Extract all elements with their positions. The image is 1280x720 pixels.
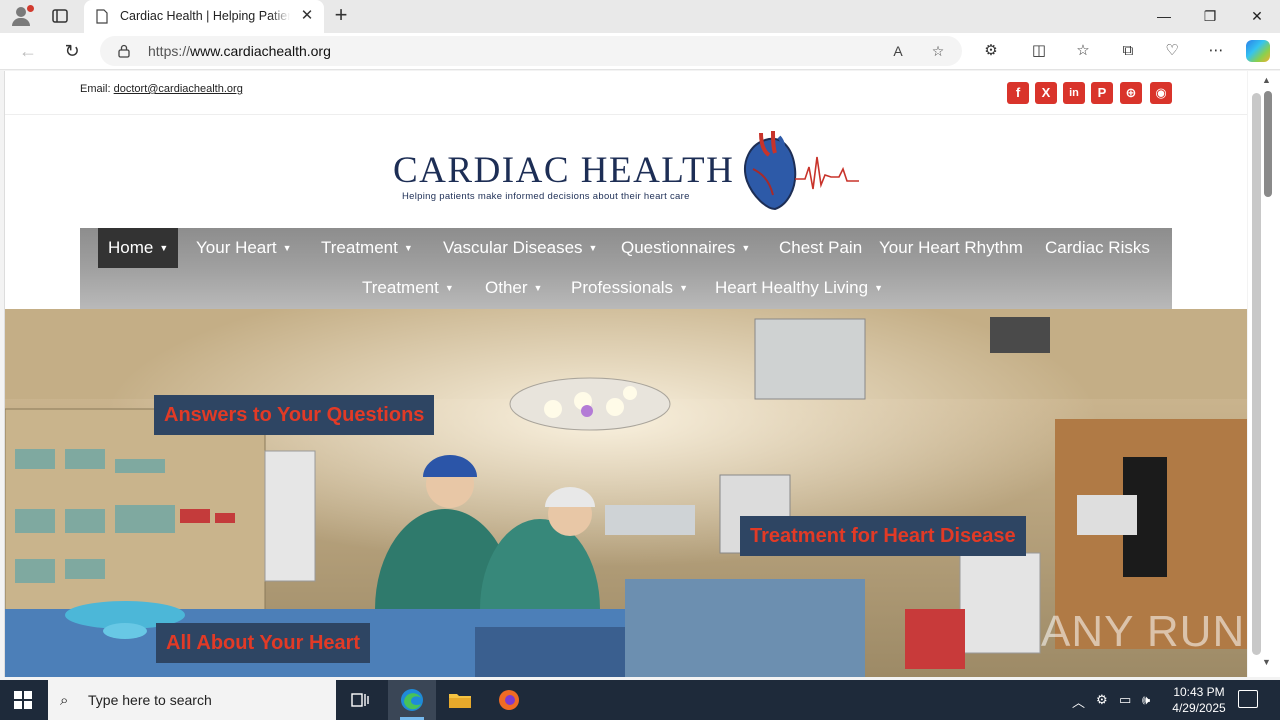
caret-down-icon: ▼ bbox=[282, 243, 292, 253]
window-close-icon[interactable]: ✕ bbox=[1234, 0, 1280, 33]
pinterest-icon[interactable]: P bbox=[1091, 82, 1113, 104]
nav-heart-healthy-living[interactable]: Heart Healthy Living ▼ bbox=[705, 268, 893, 308]
taskbar-edge-button[interactable] bbox=[388, 680, 436, 720]
extensions-icon[interactable]: ⚙ bbox=[980, 41, 1002, 61]
edge-icon bbox=[401, 689, 423, 711]
nav-your-heart[interactable]: Your Heart ▼ bbox=[186, 228, 302, 268]
tab-title: Cardiac Health | Helping Patients Make I… bbox=[120, 9, 290, 23]
clock-time: 10:43 PM bbox=[1173, 685, 1225, 699]
nav-treatment[interactable]: Treatment ▼ bbox=[311, 228, 423, 268]
read-aloud-icon[interactable]: A bbox=[888, 42, 908, 60]
page-viewport: Email: doctort@cardiachealth.org f X in … bbox=[4, 71, 1247, 677]
site-tagline: Helping patients make informed decisions… bbox=[402, 191, 690, 202]
caret-down-icon: ▼ bbox=[159, 243, 169, 253]
favorites-icon[interactable]: ☆ bbox=[1072, 41, 1094, 61]
clock-date: 4/29/2025 bbox=[1172, 701, 1226, 715]
hero-link-all-about-heart[interactable]: All About Your Heart bbox=[156, 623, 371, 663]
facebook-icon[interactable]: f bbox=[1007, 82, 1029, 104]
file-explorer-icon[interactable] bbox=[447, 688, 473, 712]
refresh-icon[interactable]: ↻ bbox=[60, 40, 84, 62]
site-header: CARDIAC HEALTH Helping patients make inf… bbox=[5, 115, 1247, 228]
taskbar-clock[interactable]: 10:43 PM 4/29/2025 bbox=[1160, 684, 1238, 716]
taskbar-search-box[interactable]: ⌕ Type here to search bbox=[48, 680, 336, 720]
network-icon[interactable]: ▭ bbox=[1119, 692, 1131, 708]
watermark-text: ANY RUN bbox=[1041, 607, 1246, 656]
collections-icon[interactable]: ⧉ bbox=[1117, 41, 1139, 61]
caret-down-icon: ▼ bbox=[741, 243, 751, 253]
page-icon bbox=[96, 9, 108, 24]
task-view-icon[interactable] bbox=[347, 688, 373, 712]
caret-down-icon: ▼ bbox=[588, 243, 598, 253]
new-tab-button[interactable]: + bbox=[330, 4, 352, 27]
back-icon[interactable]: ← bbox=[16, 40, 40, 62]
tray-chevron-icon[interactable]: ︿ bbox=[1072, 692, 1085, 711]
windows-start-icon[interactable] bbox=[14, 691, 32, 709]
browser-tab-bar: Cardiac Health | Helping Patients Make I… bbox=[0, 0, 1280, 33]
minimize-icon[interactable]: — bbox=[1141, 0, 1187, 33]
hero-link-treatment[interactable]: Treatment for Heart Disease bbox=[740, 516, 1026, 556]
nav-home[interactable]: Home ▼ bbox=[98, 228, 179, 268]
nav-treatment-2[interactable]: Treatment ▼ bbox=[352, 268, 464, 308]
copilot-icon[interactable] bbox=[1246, 40, 1270, 62]
caret-down-icon: ▼ bbox=[444, 283, 454, 293]
nav-cardiac-risks[interactable]: Cardiac Risks bbox=[1035, 228, 1160, 268]
scroll-up-icon[interactable]: ▲ bbox=[1262, 75, 1271, 85]
address-bar[interactable]: https://www.cardiachealth.org A ☆ bbox=[100, 36, 962, 66]
browser-toolbar: ← ↻ https://www.cardiachealth.org A ☆ ⚙ … bbox=[0, 33, 1280, 70]
hero-slider[interactable]: Answers to Your Questions Treatment for … bbox=[5, 309, 1247, 677]
nav-vascular-diseases[interactable]: Vascular Diseases ▼ bbox=[433, 228, 607, 268]
favorite-star-icon[interactable]: ☆ bbox=[928, 42, 948, 60]
browser-essentials-icon[interactable]: ♡ bbox=[1161, 41, 1183, 61]
page-scrollbar[interactable]: ▲ ▼ bbox=[1248, 71, 1280, 677]
restore-icon[interactable]: ❐ bbox=[1187, 0, 1233, 33]
split-screen-icon[interactable]: ◫ bbox=[1028, 41, 1050, 61]
tab-actions-icon[interactable] bbox=[50, 6, 70, 26]
scroll-down-icon[interactable]: ▼ bbox=[1262, 657, 1271, 667]
heart-logo-icon[interactable] bbox=[739, 129, 859, 211]
profile-icon[interactable] bbox=[8, 4, 34, 28]
notification-icon[interactable] bbox=[1238, 690, 1258, 708]
nav-questionnaires[interactable]: Questionnaires ▼ bbox=[611, 228, 760, 268]
browser-tab[interactable]: Cardiac Health | Helping Patients Make I… bbox=[84, 0, 324, 33]
x-icon[interactable]: X bbox=[1035, 82, 1057, 104]
site-logo-title[interactable]: CARDIAC HEALTH bbox=[393, 149, 734, 192]
nav-other[interactable]: Other ▼ bbox=[475, 268, 552, 308]
lock-icon[interactable] bbox=[118, 44, 130, 58]
top-strip: Email: doctort@cardiachealth.org f X in … bbox=[5, 71, 1247, 115]
main-nav: Home ▼ Your Heart ▼ Treatment ▼ Vascular Di… bbox=[80, 228, 1172, 309]
nav-professionals[interactable]: Professionals ▼ bbox=[561, 268, 698, 308]
caret-down-icon: ▼ bbox=[679, 283, 688, 293]
volume-icon[interactable]: 🕪 bbox=[1142, 692, 1150, 708]
nav-your-heart-rhythm[interactable]: Your Heart Rhythm bbox=[869, 228, 1033, 268]
more-menu-icon[interactable]: ⋯ bbox=[1205, 41, 1227, 61]
url-text[interactable]: https://www.cardiachealth.org bbox=[148, 43, 331, 59]
email-link[interactable]: doctort@cardiachealth.org bbox=[114, 83, 243, 95]
search-placeholder: Type here to search bbox=[88, 692, 212, 708]
linkedin-icon[interactable]: in bbox=[1063, 82, 1085, 104]
caret-down-icon: ▼ bbox=[533, 283, 543, 293]
contact-email: Email: doctort@cardiachealth.org bbox=[80, 83, 243, 95]
caret-down-icon: ▼ bbox=[874, 283, 883, 293]
rss-icon[interactable]: ◉ bbox=[1150, 82, 1172, 104]
hero-link-answers[interactable]: Answers to Your Questions bbox=[154, 395, 435, 435]
windows-taskbar: ⌕ Type here to search ︿ ⚙ ▭ 🕪 10:43 PM 4… bbox=[0, 680, 1280, 720]
close-tab-icon[interactable]: ✕ bbox=[298, 7, 316, 25]
nav-chest-pain[interactable]: Chest Pain bbox=[769, 228, 872, 268]
firefox-icon[interactable] bbox=[496, 688, 522, 712]
scroll-track[interactable] bbox=[1252, 93, 1261, 655]
tray-device-icon[interactable]: ⚙ bbox=[1096, 692, 1108, 708]
dribbble-icon[interactable]: ⊕ bbox=[1120, 82, 1142, 104]
search-icon: ⌕ bbox=[60, 692, 69, 709]
caret-down-icon: ▼ bbox=[403, 243, 413, 253]
scroll-thumb[interactable] bbox=[1264, 91, 1272, 197]
